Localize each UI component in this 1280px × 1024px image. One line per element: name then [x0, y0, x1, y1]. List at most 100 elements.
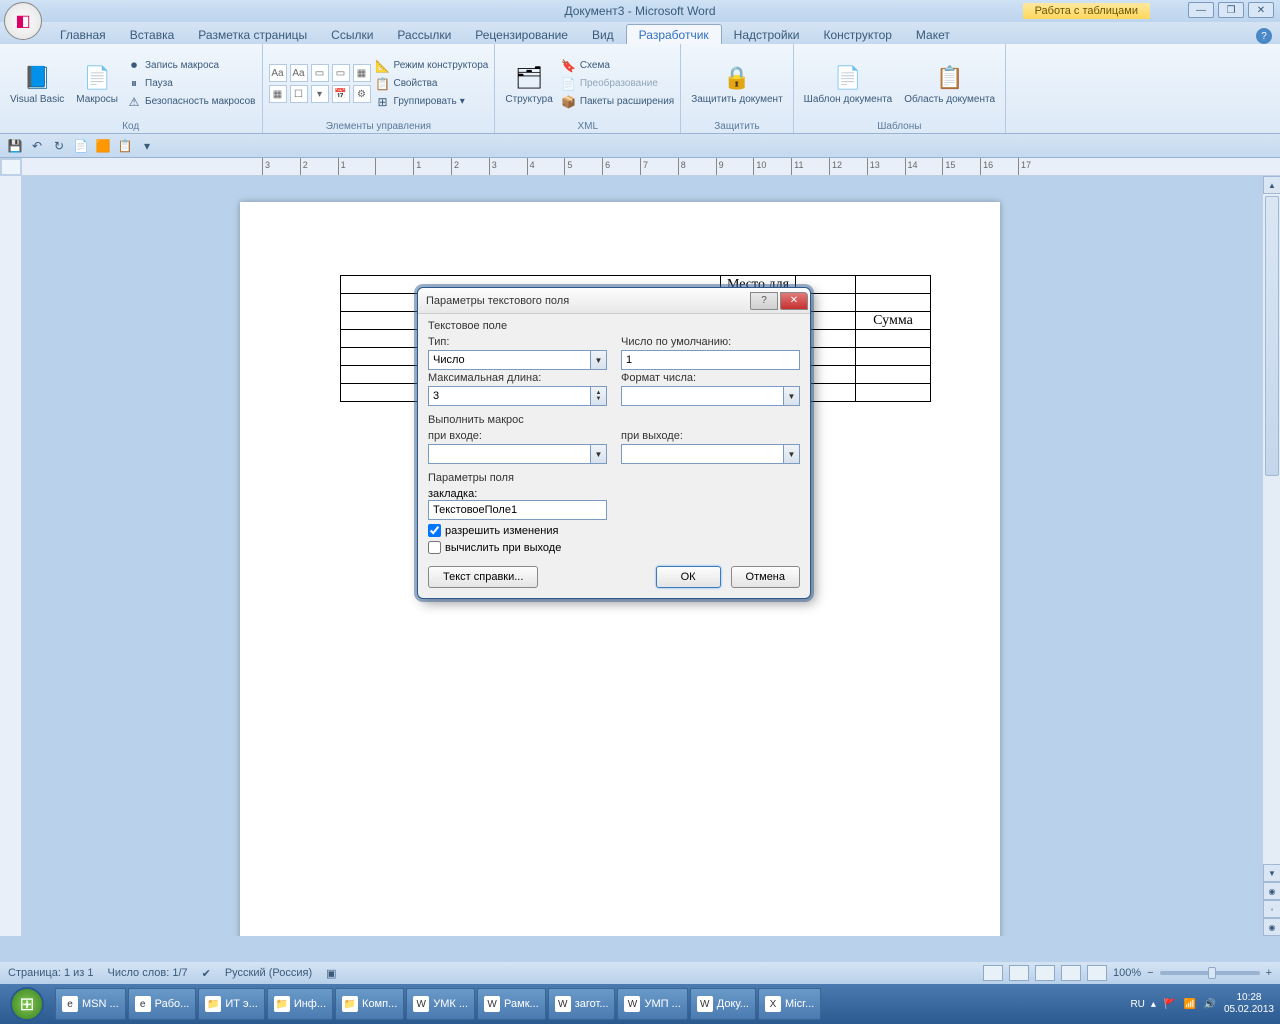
word-icon: W: [484, 996, 500, 1012]
web-layout-view[interactable]: [1035, 965, 1055, 981]
number-format-combo[interactable]: ▼: [621, 386, 800, 406]
type-combo[interactable]: Число▼: [428, 350, 607, 370]
minimize-button[interactable]: —: [1188, 2, 1214, 18]
group-button[interactable]: ⊞Группировать ▾: [375, 94, 489, 110]
tray-icon[interactable]: 🚩: [1162, 996, 1178, 1012]
next-page-button[interactable]: ◉: [1263, 918, 1280, 936]
max-length-label: Максимальная длина:: [428, 372, 607, 384]
tab-review[interactable]: Рецензирование: [463, 25, 580, 44]
tab-selector[interactable]: [1, 159, 21, 175]
controls-gallery[interactable]: AaAa▭▭▦ ▦☐▾📅⚙: [269, 47, 371, 120]
taskbar-item[interactable]: eMSN ...: [55, 988, 126, 1020]
protect-document-button[interactable]: 🔒Защитить документ: [687, 47, 786, 120]
proofing-icon[interactable]: ✔: [202, 967, 211, 980]
scroll-down-button[interactable]: ▼: [1263, 864, 1280, 882]
taskbar-item[interactable]: Wзагот...: [548, 988, 616, 1020]
vertical-ruler[interactable]: [0, 176, 22, 936]
tab-addins[interactable]: Надстройки: [722, 25, 812, 44]
zoom-level[interactable]: 100%: [1113, 967, 1141, 979]
save-button[interactable]: 💾: [6, 137, 24, 155]
taskbar-item[interactable]: WУМП ...: [617, 988, 687, 1020]
dialog-help-button[interactable]: ?: [750, 292, 778, 310]
on-exit-combo[interactable]: ▼: [621, 444, 800, 464]
expansion-packs-button[interactable]: 📦Пакеты расширения: [561, 94, 674, 110]
word-icon: W: [413, 996, 429, 1012]
pause-button[interactable]: ⏸Пауза: [126, 76, 256, 92]
dialog-close-button[interactable]: ✕: [780, 292, 808, 310]
page-status[interactable]: Страница: 1 из 1: [8, 967, 94, 979]
taskbar-item[interactable]: 📁Комп...: [335, 988, 404, 1020]
structure-button[interactable]: 🗂Структура: [501, 47, 556, 120]
help-button[interactable]: ?: [1256, 28, 1272, 44]
tab-insert[interactable]: Вставка: [118, 25, 187, 44]
taskbar-item[interactable]: eРабо...: [128, 988, 197, 1020]
schema-button[interactable]: 🔖Схема: [561, 58, 674, 74]
on-entry-combo[interactable]: ▼: [428, 444, 607, 464]
scrollbar-thumb[interactable]: [1265, 196, 1279, 476]
taskbar-item[interactable]: WУМК ...: [406, 988, 475, 1020]
macro-security-button[interactable]: ⚠Безопасность макросов: [126, 94, 256, 110]
default-number-input[interactable]: 1: [621, 350, 800, 370]
close-button[interactable]: ✕: [1248, 2, 1274, 18]
start-button[interactable]: ⊞: [0, 984, 54, 1024]
help-text-button[interactable]: Текст справки...: [428, 566, 538, 588]
dialog-title-bar[interactable]: Параметры текстового поля ? ✕: [418, 288, 810, 314]
language-indicator[interactable]: RU: [1130, 999, 1144, 1010]
transformation-button[interactable]: 📄Преобразование: [561, 76, 674, 92]
word-icon: W: [624, 996, 640, 1012]
taskbar-item[interactable]: 📁ИТ э...: [198, 988, 264, 1020]
zoom-out-button[interactable]: −: [1147, 967, 1153, 979]
properties-button[interactable]: 📋Свойства: [375, 76, 489, 92]
tab-home[interactable]: Главная: [48, 25, 118, 44]
prev-page-button[interactable]: ◉: [1263, 882, 1280, 900]
redo-button[interactable]: ↻: [50, 137, 68, 155]
taskbar-item[interactable]: XMicr...: [758, 988, 821, 1020]
max-length-spinner[interactable]: 3▲▼: [428, 386, 607, 406]
macro-record-icon[interactable]: ▣: [326, 967, 336, 980]
full-screen-view[interactable]: [1009, 965, 1029, 981]
visual-basic-button[interactable]: 📘Visual Basic: [6, 47, 68, 120]
language-status[interactable]: Русский (Россия): [225, 967, 312, 979]
qat-customize[interactable]: ▾: [138, 137, 156, 155]
tab-mailings[interactable]: Рассылки: [385, 25, 463, 44]
vertical-scrollbar[interactable]: ▲ ▼ ◉ ◦ ◉: [1262, 176, 1280, 936]
qat-item[interactable]: 🟧: [94, 137, 112, 155]
tab-page-layout[interactable]: Разметка страницы: [186, 25, 319, 44]
qat-item[interactable]: 📄: [72, 137, 90, 155]
tab-layout[interactable]: Макет: [904, 25, 962, 44]
word-count-status[interactable]: Число слов: 1/7: [108, 967, 188, 979]
allow-changes-checkbox[interactable]: разрешить изменения: [428, 524, 800, 537]
zoom-in-button[interactable]: +: [1266, 967, 1272, 979]
calculate-on-exit-checkbox[interactable]: вычислить при выходе: [428, 541, 800, 554]
clock[interactable]: 10:28 05.02.2013: [1224, 992, 1274, 1016]
taskbar-item[interactable]: 📁Инф...: [267, 988, 333, 1020]
scroll-up-button[interactable]: ▲: [1263, 176, 1280, 194]
print-layout-view[interactable]: [983, 965, 1003, 981]
tray-chevron[interactable]: ▴: [1151, 999, 1156, 1010]
restore-button[interactable]: ❐: [1218, 2, 1244, 18]
document-panel-button[interactable]: 📋Область документа: [900, 47, 999, 120]
document-template-button[interactable]: 📄Шаблон документа: [800, 47, 897, 120]
taskbar-item[interactable]: WДоку...: [690, 988, 756, 1020]
undo-button[interactable]: ↶: [28, 137, 46, 155]
qat-item[interactable]: 📋: [116, 137, 134, 155]
design-mode-button[interactable]: 📐Режим конструктора: [375, 58, 489, 74]
taskbar-item[interactable]: WРамк...: [477, 988, 546, 1020]
tab-references[interactable]: Ссылки: [319, 25, 385, 44]
tab-design[interactable]: Конструктор: [812, 25, 904, 44]
volume-icon[interactable]: 🔊: [1202, 996, 1218, 1012]
ok-button[interactable]: ОК: [656, 566, 721, 588]
record-macro-button[interactable]: ⏺Запись макроса: [126, 58, 256, 74]
browse-object-button[interactable]: ◦: [1263, 900, 1280, 918]
bookmark-input[interactable]: ТекстовоеПоле1: [428, 500, 607, 520]
cancel-button[interactable]: Отмена: [731, 566, 800, 588]
horizontal-ruler[interactable]: 321 12 345 678 91011 121314 151617: [22, 158, 1280, 176]
draft-view[interactable]: [1087, 965, 1107, 981]
macros-button[interactable]: 📄Макросы: [72, 47, 122, 120]
tab-view[interactable]: Вид: [580, 25, 626, 44]
outline-view[interactable]: [1061, 965, 1081, 981]
zoom-slider[interactable]: [1160, 971, 1260, 975]
office-button[interactable]: ◧: [4, 2, 42, 40]
tray-icon[interactable]: 📶: [1182, 996, 1198, 1012]
tab-developer[interactable]: Разработчик: [626, 24, 722, 44]
